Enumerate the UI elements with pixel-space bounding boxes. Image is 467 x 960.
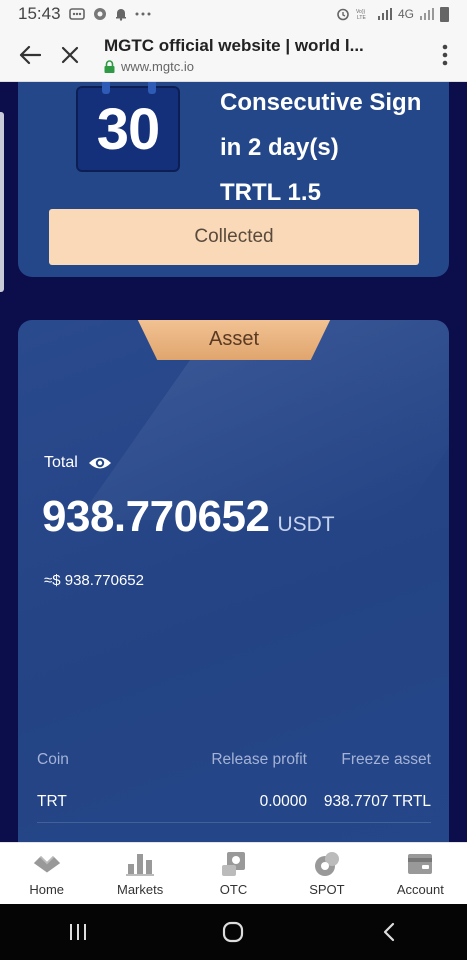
- home-circle-icon: [223, 921, 244, 943]
- cell-freeze-asset: 938.7707 TRTL: [323, 793, 431, 810]
- url-area[interactable]: MGTC official website | world l... www.m…: [104, 36, 423, 74]
- total-row: Total: [44, 454, 112, 472]
- header-release-profit: Release profit: [211, 751, 307, 768]
- calendar-day-number: 30: [96, 96, 161, 162]
- network-type-label: 4G: [397, 7, 414, 21]
- nav-label-spot: SPOT: [309, 881, 345, 897]
- asset-tab: Asset: [133, 320, 335, 360]
- back-arrow-icon: [19, 45, 41, 64]
- svg-text:LTE: LTE: [357, 15, 366, 20]
- more-notifications-icon: [135, 12, 151, 16]
- row-divider: [37, 822, 431, 823]
- page-content: 30 Consecutive Sign in 2 day(s) TRTL 1.5…: [0, 82, 467, 842]
- eye-icon[interactable]: [88, 455, 112, 471]
- spot-icon: [312, 851, 342, 877]
- total-unit: USDT: [277, 513, 335, 536]
- chrome-icon: [93, 7, 107, 21]
- asset-table-header: Coin Release profit Freeze asset: [37, 751, 431, 769]
- scroll-edge-indicator: [0, 112, 4, 292]
- sign-in-line1: Consecutive Sign: [220, 89, 422, 116]
- alarm-icon: [336, 7, 350, 21]
- otc-icon: [219, 851, 249, 877]
- sign-in-line2: in 2 day(s): [220, 134, 339, 161]
- back-button[interactable]: [10, 28, 50, 82]
- markets-icon: [125, 851, 155, 877]
- signal-icon-2: [420, 8, 434, 20]
- home-icon: [32, 851, 62, 877]
- total-value: 938.770652: [42, 492, 270, 541]
- back-system-button[interactable]: [359, 912, 419, 952]
- volte-icon: Vo)) LTE: [356, 8, 372, 20]
- bottom-nav: Home Markets OTC SPOT Account: [0, 842, 467, 904]
- bell-icon: [115, 7, 127, 21]
- account-icon: [405, 851, 435, 877]
- recent-apps-button[interactable]: [48, 912, 108, 952]
- cell-release-profit: 0.0000: [259, 793, 307, 810]
- approx-usd-value: ≈$ 938.770652: [44, 572, 144, 589]
- header-freeze-asset: Freeze asset: [341, 751, 431, 768]
- close-tab-button[interactable]: [50, 28, 90, 82]
- nav-label-otc: OTC: [219, 881, 248, 897]
- nav-item-home[interactable]: Home: [0, 843, 93, 904]
- collected-button[interactable]: Collected: [49, 209, 419, 265]
- more-vert-icon: [442, 44, 448, 65]
- page-title: MGTC official website | world l...: [104, 35, 364, 55]
- calendar-ring: [148, 82, 156, 94]
- total-value-row: 938.770652 USDT: [42, 492, 335, 542]
- header-coin: Coin: [37, 751, 69, 768]
- signal-icon: [377, 8, 392, 20]
- sign-in-card: 30 Consecutive Sign in 2 day(s) TRTL 1.5…: [18, 82, 449, 277]
- close-icon: [61, 46, 79, 63]
- status-time: 15:43: [18, 4, 61, 23]
- nav-label-markets: Markets: [116, 881, 164, 897]
- recent-apps-icon: [69, 924, 86, 940]
- browser-toolbar: MGTC official website | world l... www.m…: [0, 28, 467, 82]
- nav-label-home: Home: [29, 881, 65, 897]
- home-system-button[interactable]: [203, 912, 263, 952]
- browser-menu-button[interactable]: [423, 44, 467, 66]
- chevron-left-icon: [384, 922, 395, 942]
- battery-icon: [440, 6, 449, 22]
- sign-in-info: Consecutive Sign in 2 day(s) TRTL 1.5: [220, 82, 421, 215]
- cell-coin: TRT: [37, 793, 67, 810]
- nav-label-account: Account: [396, 881, 444, 897]
- calendar-icon: 30: [76, 82, 180, 172]
- nav-item-spot[interactable]: SPOT: [280, 843, 373, 904]
- nav-item-account[interactable]: Account: [374, 843, 467, 904]
- calendar-ring: [102, 82, 110, 94]
- status-bar: 15:43 Vo)) LTE 4G: [0, 0, 467, 28]
- system-nav-bar: [0, 904, 467, 960]
- total-label: Total: [44, 454, 78, 471]
- asset-card: Asset Total 938.770652 USDT ≈$ 938.77065…: [18, 320, 449, 842]
- lock-icon: [104, 59, 115, 73]
- url-text: www.mgtc.io: [121, 58, 194, 74]
- nav-item-markets[interactable]: Markets: [93, 843, 186, 904]
- messages-icon: [68, 8, 85, 20]
- nav-item-otc[interactable]: OTC: [187, 843, 280, 904]
- table-row[interactable]: TRT 0.0000 938.7707 TRTL: [37, 793, 431, 811]
